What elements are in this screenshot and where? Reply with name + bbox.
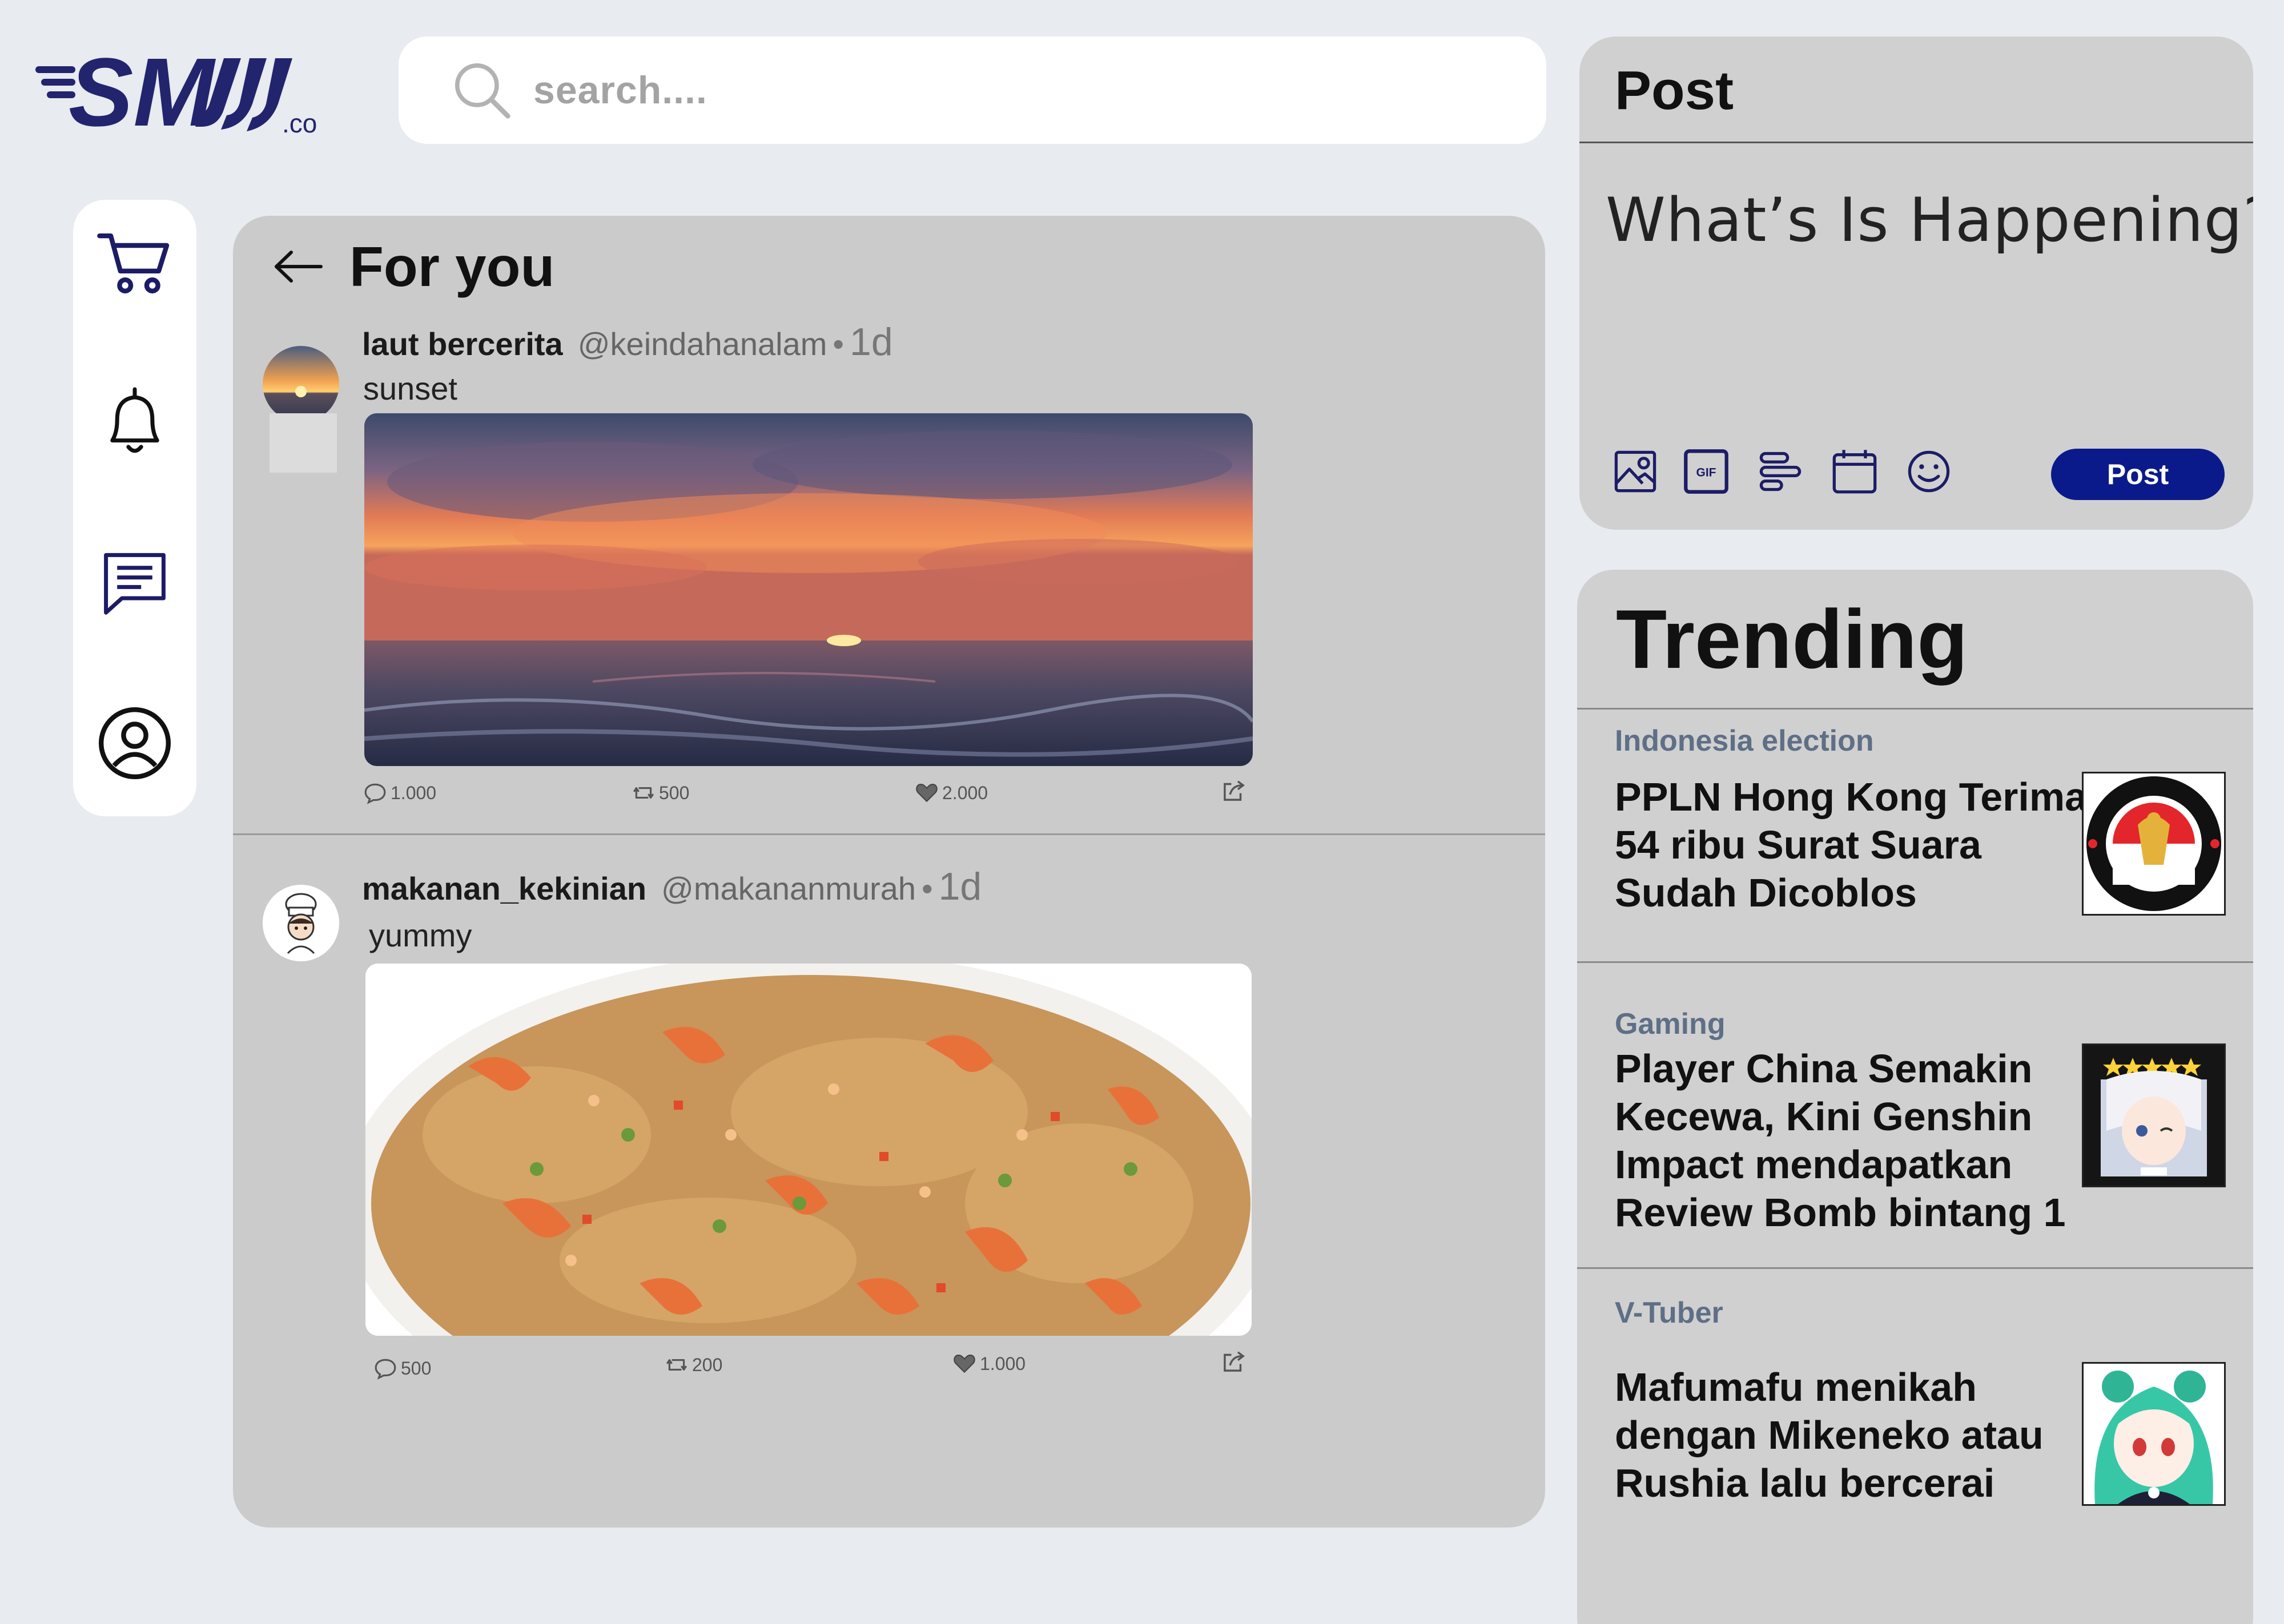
post-author: makanan_kekinian @makananmurah • 1d — [362, 864, 982, 909]
repost-count-value: 500 — [659, 782, 690, 803]
feed-panel: For you laut bercerita @keindahanalam • … — [233, 216, 1545, 1528]
svg-text:GIF: GIF — [1696, 466, 1716, 479]
trending-divider — [1577, 708, 2253, 710]
cart-icon[interactable] — [95, 221, 175, 301]
avatar[interactable] — [263, 885, 339, 961]
trending-category: V-Tuber — [1615, 1296, 1723, 1329]
search-input[interactable]: search.... — [533, 68, 707, 112]
post-time: 1d — [938, 865, 982, 908]
search-bar[interactable]: search.... — [399, 37, 1546, 144]
schedule-icon[interactable] — [1831, 448, 1879, 495]
comment-count[interactable]: 1.000 — [363, 781, 436, 805]
post-author: laut bercerita @keindahanalam • 1d — [362, 320, 893, 364]
trending-headline[interactable]: Mafumafu menikah dengan Mikeneko atau Ru… — [1615, 1363, 2089, 1507]
compose-panel: Post What’s Is Happening?! GIF Post — [1579, 37, 2253, 530]
avatar[interactable] — [263, 346, 339, 422]
like-count-value: 1.000 — [980, 1353, 1026, 1374]
sidebar-nav — [73, 200, 196, 816]
post-button[interactable]: Post — [2051, 449, 2225, 500]
author-handle[interactable]: @makananmurah — [661, 871, 916, 906]
gif-icon[interactable]: GIF — [1682, 448, 1730, 495]
comment-icon — [375, 1359, 396, 1380]
like-count-value: 2.000 — [942, 782, 988, 803]
post-image[interactable] — [365, 964, 1252, 1336]
back-arrow-icon[interactable] — [273, 247, 324, 287]
trending-thumbnail[interactable] — [2082, 1362, 2226, 1506]
heart-icon — [916, 784, 938, 803]
comment-count-value: 500 — [401, 1357, 432, 1379]
trending-thumbnail[interactable] — [2082, 1043, 2226, 1187]
repost-count-value: 200 — [692, 1354, 723, 1375]
repost-icon — [633, 787, 654, 799]
trending-headline[interactable]: PPLN Hong Kong Terima 54 ribu Surat Suar… — [1615, 773, 2089, 917]
message-icon[interactable] — [95, 542, 175, 622]
compose-divider — [1579, 142, 2253, 143]
trending-divider — [1577, 961, 2253, 963]
like-count[interactable]: 1.000 — [952, 1352, 1026, 1376]
repost-count[interactable]: 200 — [665, 1353, 722, 1377]
author-handle[interactable]: @keindahanalam — [578, 326, 827, 362]
logo[interactable]: SM .co — [35, 38, 332, 147]
compose-input[interactable]: What’s Is Happening?! — [1606, 185, 2253, 255]
comment-count[interactable]: 500 — [373, 1356, 431, 1380]
trending-panel: Trending Indonesia election PPLN Hong Ko… — [1577, 570, 2253, 1624]
trending-category: Indonesia election — [1615, 724, 1874, 757]
compose-title: Post — [1615, 60, 1734, 121]
repost-count[interactable]: 500 — [632, 781, 689, 805]
separator-dot: • — [922, 871, 933, 906]
logo-suffix: .co — [282, 108, 317, 138]
feed-title: For you — [349, 235, 555, 298]
like-count[interactable]: 2.000 — [915, 781, 988, 805]
post-text: yummy — [369, 917, 472, 953]
logo-text: SM — [69, 41, 216, 144]
separator-dot: • — [833, 326, 844, 362]
emoji-icon[interactable] — [1905, 448, 1953, 495]
trending-headline[interactable]: Player China Semakin Kecewa, Kini Genshi… — [1615, 1045, 2089, 1236]
bell-icon[interactable] — [95, 381, 175, 461]
author-name[interactable]: laut bercerita — [362, 326, 563, 362]
post-text: sunset — [363, 370, 457, 406]
image-icon[interactable] — [1611, 448, 1659, 495]
author-name[interactable]: makanan_kekinian — [362, 871, 646, 906]
repost-icon — [666, 1359, 687, 1371]
share-icon[interactable] — [1221, 1348, 1247, 1375]
post-image[interactable] — [364, 413, 1253, 766]
trending-category: Gaming — [1615, 1008, 1726, 1041]
trending-title: Trending — [1616, 593, 1968, 686]
poll-icon[interactable] — [1756, 448, 1804, 495]
share-icon[interactable] — [1221, 777, 1247, 804]
heart-icon — [954, 1355, 975, 1373]
trending-thumbnail[interactable] — [2082, 772, 2226, 916]
trending-divider — [1577, 1267, 2253, 1269]
image-placeholder — [270, 413, 337, 473]
search-icon — [455, 63, 510, 119]
post-time: 1d — [850, 320, 893, 364]
comment-icon — [364, 783, 386, 804]
post-divider — [233, 833, 1545, 835]
profile-icon[interactable] — [95, 703, 175, 783]
comment-count-value: 1.000 — [391, 782, 437, 803]
